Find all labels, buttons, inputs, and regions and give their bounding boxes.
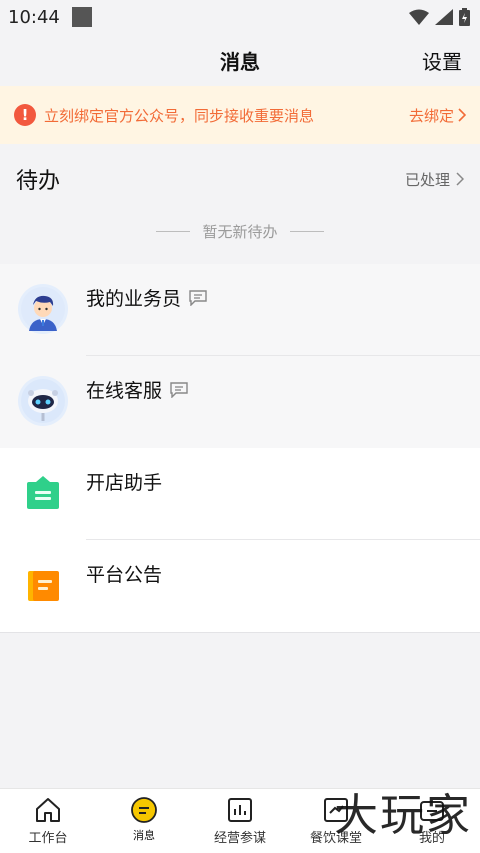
salesperson-avatar-icon (18, 284, 68, 334)
home-icon (36, 798, 60, 822)
processed-link[interactable]: 已处理 (405, 169, 464, 190)
salesperson-label: 我的业务员 (86, 288, 182, 310)
tab-messages[interactable]: 消息 (96, 789, 192, 853)
signal-icon (435, 9, 453, 25)
bind-link[interactable]: 去绑定 (409, 105, 466, 126)
shop-assistant-label: 开店助手 (86, 472, 163, 494)
message-item-salesperson[interactable]: 我的业务员 (0, 264, 480, 356)
divider-line (289, 230, 324, 232)
announcement-label: 平台公告 (86, 564, 163, 586)
message-item-label: 开店助手 (86, 468, 162, 495)
chat-bubble-icon (170, 381, 188, 398)
tab-label: 消息 (133, 829, 155, 842)
shop-assistant-icon (18, 468, 68, 518)
header: 消息 设置 (0, 34, 480, 86)
todo-title: 待办 (16, 169, 61, 194)
alert-icon: ! (14, 104, 36, 126)
status-time: 10:44 (8, 6, 60, 28)
robot-avatar-icon (18, 376, 68, 426)
tab-workbench[interactable]: 工作台 (0, 789, 96, 853)
message-item-label: 在线客服 (86, 376, 188, 403)
empty-text: 暂无新待办 (202, 222, 278, 241)
wifi-icon (409, 9, 429, 25)
list-bottom-divider (0, 632, 480, 633)
banner-text: 立刻绑定官方公众号，同步接收重要消息 (44, 106, 315, 125)
chart-icon (228, 798, 252, 822)
announcement-icon (18, 560, 68, 610)
message-item-online-service[interactable]: 在线客服 (0, 356, 480, 448)
status-bar: 10:44 (0, 0, 480, 34)
message-item-label: 我的业务员 (86, 284, 207, 311)
bind-official-account-banner[interactable]: ! 立刻绑定官方公众号，同步接收重要消息 去绑定 (0, 86, 480, 144)
online-service-label: 在线客服 (86, 380, 163, 402)
page-title: 消息 (220, 49, 260, 74)
todo-empty-state: 暂无新待办 (0, 214, 480, 248)
chevron-right-icon (458, 108, 466, 122)
notification-icon (71, 7, 92, 27)
todo-header: 待办 已处理 (0, 144, 480, 214)
chat-bubble-icon (189, 289, 207, 306)
message-list: 我的业务员 在线客服 开店助手 平台公告 (0, 264, 480, 632)
chevron-right-icon (456, 172, 464, 186)
processed-label: 已处理 (404, 170, 450, 189)
tab-label: 经营参谋 (213, 831, 266, 846)
bind-link-label: 去绑定 (408, 106, 454, 125)
divider-line (156, 230, 191, 232)
message-icon (131, 797, 157, 823)
tab-business-advisor[interactable]: 经营参谋 (192, 789, 288, 853)
tab-label: 工作台 (28, 831, 68, 846)
watermark: 大玩家 (334, 790, 472, 841)
message-item-label: 平台公告 (86, 560, 162, 587)
settings-button[interactable]: 设置 (422, 46, 462, 75)
message-item-announcement[interactable]: 平台公告 (0, 540, 480, 632)
battery-icon (459, 8, 470, 26)
message-item-shop-assistant[interactable]: 开店助手 (0, 448, 480, 540)
status-icons (409, 8, 470, 26)
